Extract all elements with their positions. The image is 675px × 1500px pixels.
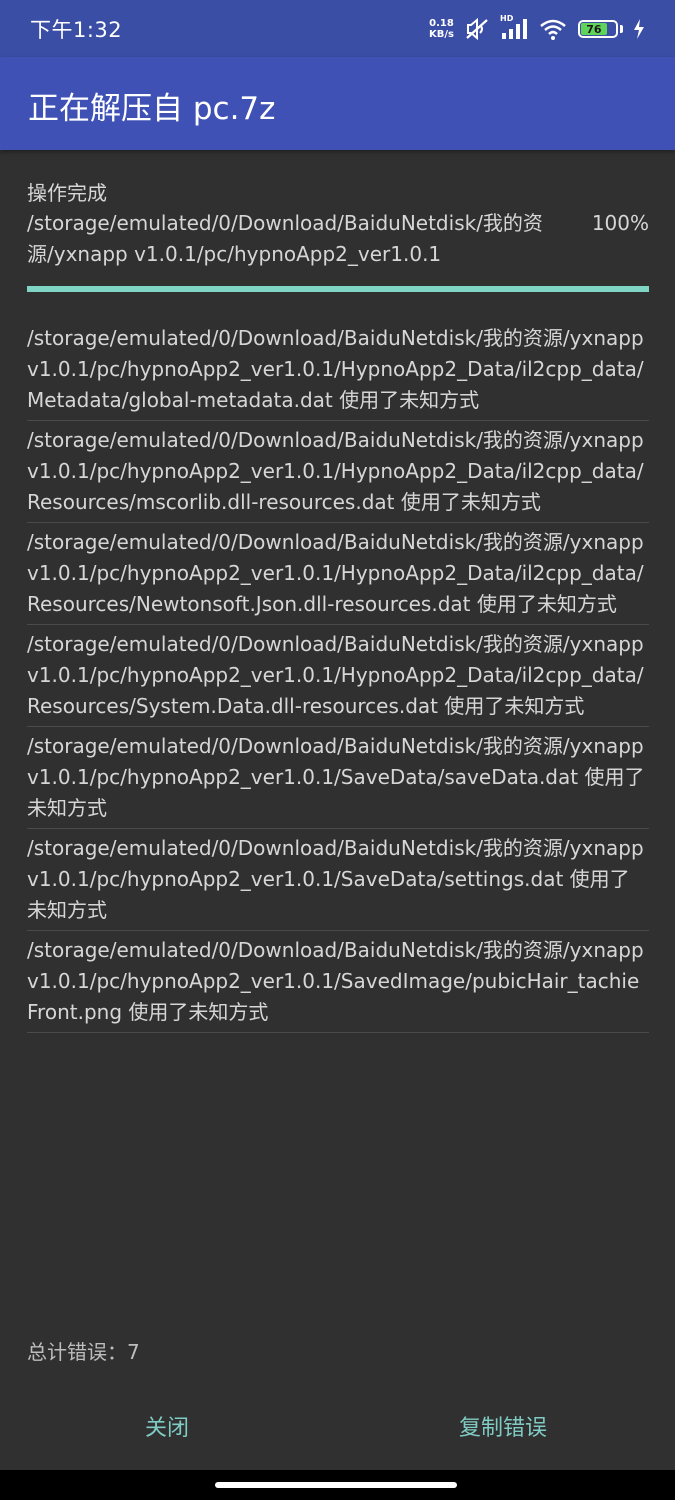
battery-level: 76: [581, 23, 607, 36]
status-time: 下午1:32: [30, 18, 123, 42]
mute-icon: [466, 17, 488, 41]
app-bar: 正在解压自 pc.7z: [0, 57, 675, 150]
progress-percent: 100%: [591, 211, 649, 235]
net-speed-unit: KB/s: [429, 29, 454, 40]
charging-icon: [634, 19, 644, 39]
status-icons: 0.18 KB/s HD 76: [429, 12, 645, 46]
list-item: /storage/emulated/0/Download/BaiduNetdis…: [27, 931, 649, 1033]
progress-bar: [27, 286, 649, 292]
list-item: /storage/emulated/0/Download/BaiduNetdis…: [27, 727, 649, 829]
net-speed: 0.18 KB/s: [429, 18, 454, 40]
list-item: /storage/emulated/0/Download/BaiduNetdis…: [27, 319, 649, 421]
close-button[interactable]: 关闭: [145, 1410, 189, 1442]
progress-fill: [27, 286, 649, 292]
list-item: /storage/emulated/0/Download/BaiduNetdis…: [27, 625, 649, 727]
extraction-panel: 操作完成 /storage/emulated/0/Download/BaiduN…: [27, 178, 649, 1033]
progress-row: /storage/emulated/0/Download/BaiduNetdis…: [27, 208, 649, 270]
list-item: /storage/emulated/0/Download/BaiduNetdis…: [27, 523, 649, 625]
operation-status: 操作完成: [27, 181, 107, 205]
home-gesture-handle[interactable]: [215, 1482, 457, 1488]
signal-indicator: HD: [500, 14, 528, 41]
status-bar: 下午1:32 0.18 KB/s HD 76: [0, 0, 675, 57]
battery-icon: 76: [578, 20, 623, 38]
page-title: 正在解压自 pc.7z: [28, 91, 276, 127]
hd-label: HD: [500, 14, 514, 23]
current-path: /storage/emulated/0/Download/BaiduNetdis…: [27, 211, 543, 266]
navigation-bar: [0, 1470, 675, 1500]
copy-errors-button[interactable]: 复制错误: [459, 1410, 547, 1442]
list-item: /storage/emulated/0/Download/BaiduNetdis…: [27, 829, 649, 931]
wifi-icon: [540, 19, 566, 40]
list-item: /storage/emulated/0/Download/BaiduNetdis…: [27, 421, 649, 523]
net-speed-value: 0.18: [429, 18, 454, 29]
error-list[interactable]: /storage/emulated/0/Download/BaiduNetdis…: [27, 319, 649, 1033]
total-errors: 总计错误：7: [27, 1340, 140, 1364]
